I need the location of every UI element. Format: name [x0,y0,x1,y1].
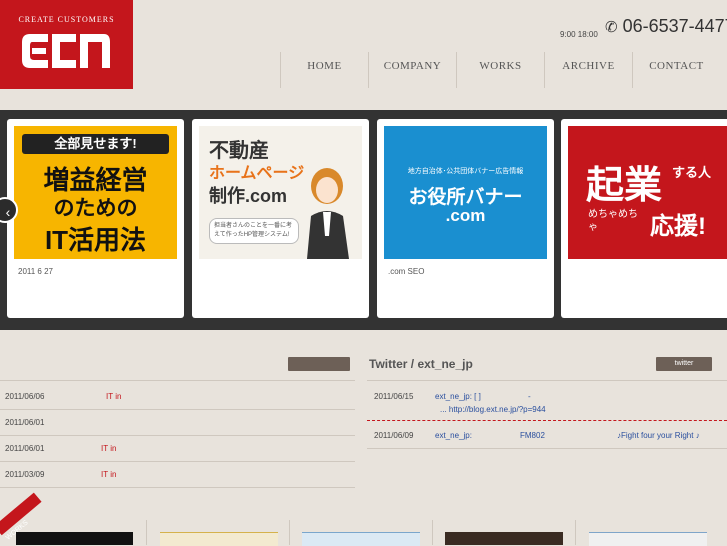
businesswoman-illustration [307,168,349,259]
main-nav: HOME COMPANY WORKS ARCHIVE CONTACT [280,52,720,88]
divider [575,520,576,545]
tweet-date: 2011/06/09 [374,431,414,440]
phone-number[interactable]: ✆ 06-6537-4477 [605,16,727,37]
tweet-text[interactable]: ext_ne_jp: [ ] [435,392,481,401]
logo-tagline: CREATE CUSTOMERS [18,15,115,24]
slide-card[interactable]: 起業 する人 めちゃめちゃ 応援! [561,119,727,318]
news-date: 2011/06/06 [5,392,45,401]
slide-banner: 地方自治体･公共団体バナー広告情報 お役所バナー .com [384,126,547,259]
eca-logo-mark [22,34,110,68]
banner-text: 担当者さんのことを一番に考えて作ったHP管理システム! [209,218,299,244]
slide-caption: 2011 6 27 [18,267,53,276]
news-link[interactable]: IT in [101,470,116,479]
news-header-bar [288,357,350,371]
banner-text: 起業 [586,165,663,207]
tweet-link[interactable]: ... http://blog.ext.ne.jp/?p=944 [440,405,546,414]
chevron-left-icon: ‹ [5,204,11,220]
nav-company[interactable]: COMPANY [368,52,456,88]
nav-home[interactable]: HOME [280,52,368,88]
works-thumb[interactable] [160,532,278,546]
slide-card[interactable]: 全部見せます! 増益経営 のための IT活用法 2011 6 27 [7,119,184,318]
tweet-date: 2011/06/15 [374,392,414,401]
tweet-text-extra: FM802 [520,431,545,440]
phone-text: 06-6537-4477 [622,16,727,36]
works-thumb[interactable] [302,532,420,546]
business-hours: 9:00 18:00 [560,30,598,39]
nav-archive[interactable]: ARCHIVE [544,52,632,88]
banner-text: お役所バナー [408,187,523,208]
slide-banner: 全部見せます! 増益経営 のための IT活用法 [14,126,177,259]
banner-text: のための [53,197,138,220]
news-link[interactable]: IT in [101,444,116,453]
banner-text: IT活用法 [44,225,147,255]
banner-text: 地方自治体･公共団体バナー広告情報 [407,168,524,175]
news-date: 2011/06/01 [5,418,45,427]
slide-caption: .com SEO [388,267,425,276]
banner-text: 応援! [650,213,706,240]
banner-text: 全部見せます! [22,134,169,154]
nav-contact[interactable]: CONTACT [632,52,720,88]
banner-text: めちゃめちゃ [588,209,638,233]
tweet-text[interactable]: ext_ne_jp: [435,431,472,440]
nav-works[interactable]: WORKS [456,52,544,88]
twitter-button[interactable]: twitter [656,357,712,371]
divider [367,420,727,422]
slide-card[interactable]: 不動産 ホームページ 制作.com 担当者さんのことを一番に考えて作ったHP管理… [192,119,369,318]
tweet-text-extra: - [528,392,531,401]
divider [0,435,355,436]
works-thumb[interactable] [16,532,133,545]
slide-card[interactable]: 地方自治体･公共団体バナー広告情報 お役所バナー .com .com SEO [377,119,554,318]
divider [0,409,355,410]
news-link[interactable]: IT in [106,392,121,401]
banner-text: ホームページ [209,165,305,182]
banner-text: 制作.com [209,186,288,206]
divider [0,461,355,462]
site-logo[interactable]: CREATE CUSTOMERS [0,0,133,89]
news-date: 2011/03/09 [5,470,45,479]
divider [432,520,433,545]
works-thumb[interactable] [589,532,707,546]
slide-banner: 不動産 ホームページ 制作.com 担当者さんのことを一番に考えて作ったHP管理… [199,126,362,259]
divider [289,520,290,545]
slide-banner: 起業 する人 めちゃめちゃ 応援! [568,126,727,259]
news-date: 2011/06/01 [5,444,45,453]
twitter-title: Twitter / ext_ne_jp [369,357,473,371]
divider [0,487,355,488]
featured-carousel: 全部見せます! 増益経営 のための IT活用法 2011 6 27 不動産 ホー… [0,110,727,330]
divider [146,520,147,545]
divider [0,380,355,381]
divider [367,380,727,381]
tweet-text-extra: ♪Fight four your Right ♪ [617,431,700,440]
works-thumb[interactable] [445,532,563,545]
banner-text: する人 [672,165,712,180]
divider [367,448,727,449]
banner-text: .com [445,206,486,225]
phone-icon: ✆ [605,19,618,36]
